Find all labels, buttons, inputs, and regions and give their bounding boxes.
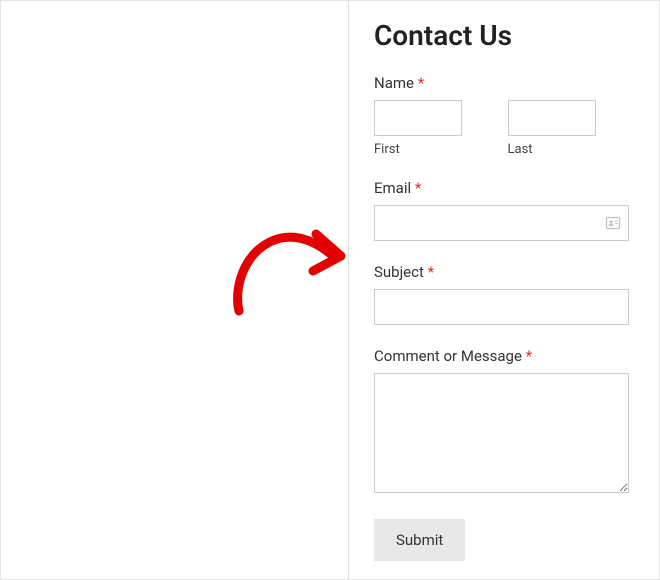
- email-wrapper: [374, 205, 629, 241]
- comment-label-text: Comment or Message: [374, 347, 522, 365]
- comment-label: Comment or Message *: [374, 347, 629, 365]
- name-field-group: Name * First Last: [374, 74, 629, 157]
- first-name-col: First: [374, 100, 496, 157]
- comment-field-group: Comment or Message *: [374, 347, 629, 497]
- email-field-group: Email *: [374, 179, 629, 241]
- comment-textarea[interactable]: [374, 373, 629, 493]
- required-marker: *: [418, 74, 424, 92]
- name-label: Name *: [374, 74, 629, 92]
- email-label-text: Email: [374, 179, 411, 197]
- subject-input[interactable]: [374, 289, 629, 325]
- left-panel: [1, 1, 348, 579]
- subject-label-text: Subject: [374, 263, 424, 281]
- main-container: Contact Us Name * First Last Email: [0, 0, 660, 580]
- last-name-input[interactable]: [508, 100, 596, 136]
- contact-card-icon: [605, 215, 621, 231]
- subject-label: Subject *: [374, 263, 629, 281]
- name-label-text: Name: [374, 74, 414, 92]
- name-row: First Last: [374, 100, 629, 157]
- required-marker: *: [526, 347, 532, 365]
- required-marker: *: [428, 263, 434, 281]
- subject-field-group: Subject *: [374, 263, 629, 325]
- first-name-sublabel: First: [374, 142, 496, 157]
- submit-button[interactable]: Submit: [374, 519, 465, 561]
- last-name-col: Last: [508, 100, 630, 157]
- red-arrow-icon: [221, 216, 351, 326]
- first-name-input[interactable]: [374, 100, 462, 136]
- form-panel: Contact Us Name * First Last Email: [349, 1, 659, 579]
- email-input[interactable]: [374, 205, 629, 241]
- last-name-sublabel: Last: [508, 142, 630, 157]
- email-label: Email *: [374, 179, 629, 197]
- required-marker: *: [415, 179, 421, 197]
- page-title: Contact Us: [374, 19, 629, 52]
